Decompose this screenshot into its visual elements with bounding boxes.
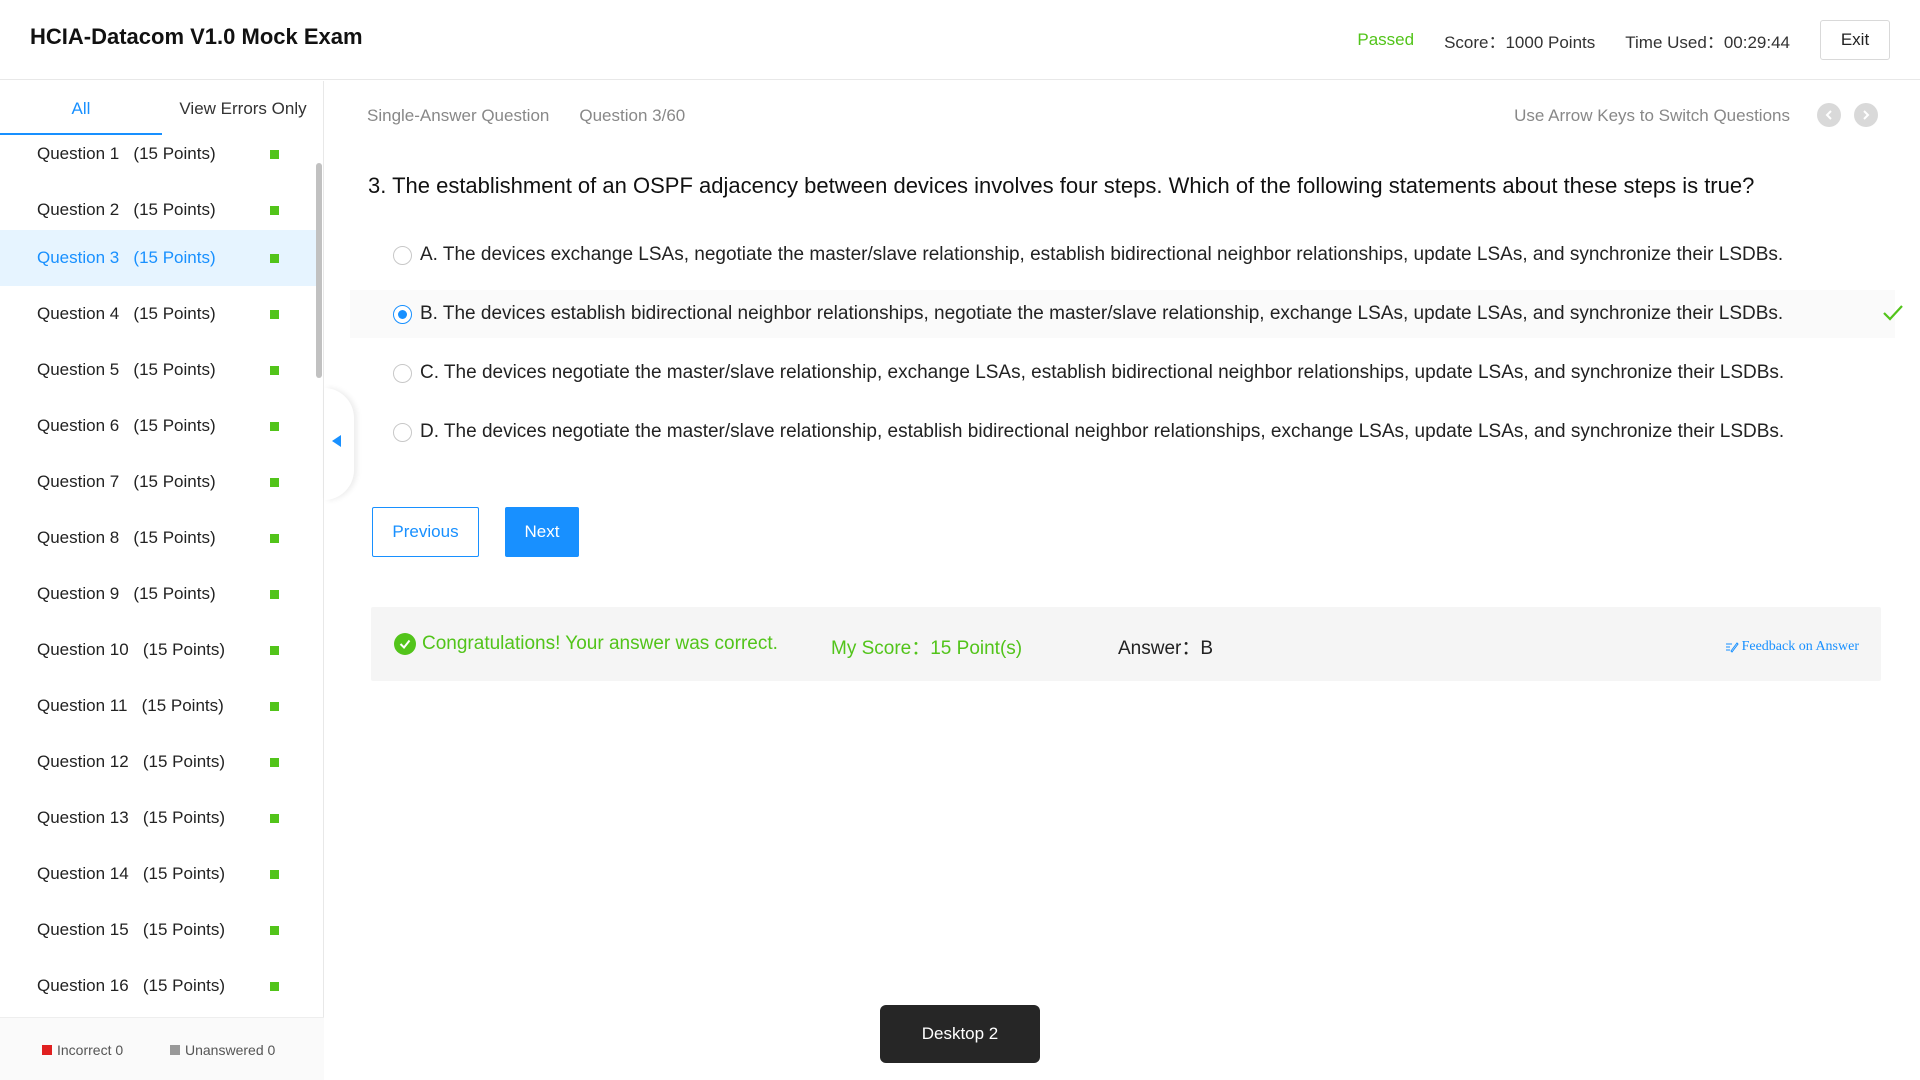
- question-meta: Single-Answer Question Question 3/60: [367, 106, 685, 126]
- correct-indicator: [270, 645, 279, 655]
- correct-indicator: [270, 589, 279, 599]
- correct-indicator: [270, 869, 279, 879]
- question-label: Question 10 (15 Points): [37, 640, 226, 659]
- previous-button[interactable]: Previous: [372, 507, 479, 557]
- sidebar-scrollbar[interactable]: [316, 163, 322, 378]
- correct-indicator: [270, 421, 279, 431]
- question-sidebar: All View Errors Only Question 1 (15 Poin…: [0, 81, 324, 1080]
- question-item-8[interactable]: Question 8 (15 Points): [0, 510, 316, 566]
- desktop-switcher-tooltip: Desktop 2: [880, 1005, 1040, 1063]
- question-label: Question 3 (15 Points): [37, 248, 216, 267]
- question-item-4[interactable]: Question 4 (15 Points): [0, 286, 316, 342]
- option-c[interactable]: C. The devices negotiate the master/slav…: [350, 349, 1895, 397]
- tab-all[interactable]: All: [0, 81, 162, 136]
- question-label: Question 4 (15 Points): [37, 304, 216, 323]
- question-label: Question 5 (15 Points): [37, 360, 216, 379]
- incorrect-square-icon: [42, 1045, 52, 1055]
- question-item-13[interactable]: Question 13 (15 Points): [0, 790, 316, 846]
- correct-indicator: [270, 477, 279, 487]
- question-index: Question 3/60: [579, 106, 686, 125]
- correct-indicator: [270, 757, 279, 767]
- correct-indicator: [270, 925, 279, 935]
- question-label: Question 9 (15 Points): [37, 584, 216, 603]
- question-label: Question 11 (15 Points): [37, 696, 224, 715]
- sidebar-tabs: All View Errors Only: [0, 81, 324, 136]
- question-item-15[interactable]: Question 15 (15 Points): [0, 902, 316, 958]
- option-b[interactable]: B. The devices establish bidirectional n…: [350, 290, 1903, 338]
- correct-indicator: [270, 533, 279, 543]
- question-item-11[interactable]: Question 11 (15 Points): [0, 678, 316, 734]
- edit-icon: [1725, 642, 1739, 653]
- correct-indicator: [270, 365, 279, 375]
- question-item-5[interactable]: Question 5 (15 Points): [0, 342, 316, 398]
- nav-hint: Use Arrow Keys to Switch Questions: [1514, 106, 1790, 125]
- radio-button[interactable]: [393, 245, 412, 265]
- option-text: B. The devices establish bidirectional n…: [420, 303, 1784, 324]
- question-item-10[interactable]: Question 10 (15 Points): [0, 622, 316, 678]
- question-item-12[interactable]: Question 12 (15 Points): [0, 734, 316, 790]
- legend-unanswered: Unanswered 0: [170, 1042, 275, 1058]
- next-question-arrow-icon[interactable]: [1854, 103, 1878, 127]
- question-item-1[interactable]: Question 1 (15 Points): [0, 136, 316, 182]
- option-d[interactable]: D. The devices negotiate the master/slav…: [350, 408, 1895, 456]
- question-panel: Single-Answer Question Question 3/60 Use…: [325, 81, 1920, 1080]
- option-a[interactable]: A. The devices exchange LSAs, negotiate …: [350, 231, 1895, 279]
- app-header: HCIA-Datacom V1.0 Mock Exam Passed Score…: [0, 0, 1920, 80]
- app-title: HCIA-Datacom V1.0 Mock Exam: [30, 24, 363, 49]
- question-item-6[interactable]: Question 6 (15 Points): [0, 398, 316, 454]
- legend-incorrect: Incorrect 0: [42, 1042, 123, 1058]
- exit-button[interactable]: Exit: [1820, 20, 1890, 60]
- correct-indicator: [270, 205, 279, 215]
- question-label: Question 15 (15 Points): [37, 920, 226, 939]
- radio-button[interactable]: [393, 422, 412, 442]
- header-status-bar: Passed Score：1000 Points Time Used：00:29…: [1357, 20, 1890, 60]
- sidebar-legend: Incorrect 0 Unanswered 0: [0, 1017, 324, 1080]
- correct-indicator: [270, 253, 279, 263]
- question-label: Question 16 (15 Points): [37, 976, 226, 995]
- correct-indicator: [270, 813, 279, 823]
- correct-indicator: [270, 309, 279, 319]
- question-item-16[interactable]: Question 16 (15 Points): [0, 958, 316, 1014]
- option-text: C. The devices negotiate the master/slav…: [420, 362, 1785, 383]
- result-panel: Congratulations! Your answer was correct…: [371, 607, 1881, 681]
- prev-question-arrow-icon[interactable]: [1817, 103, 1841, 127]
- correct-answer: Answer：B: [1118, 638, 1214, 659]
- active-tab-indicator: [0, 133, 162, 135]
- question-type: Single-Answer Question: [367, 106, 550, 125]
- radio-button[interactable]: [393, 363, 412, 383]
- correct-indicator: [270, 149, 279, 159]
- question-item-3[interactable]: Question 3 (15 Points): [0, 230, 316, 286]
- correct-indicator: [270, 701, 279, 711]
- total-score: Score：1000 Points: [1444, 32, 1596, 52]
- question-label: Question 8 (15 Points): [37, 528, 216, 547]
- question-label: Question 7 (15 Points): [37, 472, 216, 491]
- question-label: Question 14 (15 Points): [37, 864, 226, 883]
- question-label: Question 13 (15 Points): [37, 808, 226, 827]
- question-label: Question 12 (15 Points): [37, 752, 226, 771]
- question-text: 3. The establishment of an OSPF adjacenc…: [368, 173, 1755, 198]
- correct-indicator: [270, 981, 279, 991]
- checkmark-icon: [1883, 305, 1903, 321]
- question-label: Question 6 (15 Points): [37, 416, 216, 435]
- next-button[interactable]: Next: [505, 507, 579, 557]
- question-label: Question 2 (15 Points): [37, 200, 216, 219]
- result-message: Congratulations! Your answer was correct…: [394, 633, 778, 655]
- feedback-link[interactable]: Feedback on Answer: [1725, 639, 1859, 655]
- radio-button-checked[interactable]: [393, 304, 412, 324]
- question-item-14[interactable]: Question 14 (15 Points): [0, 846, 316, 902]
- option-text: A. The devices exchange LSAs, negotiate …: [420, 244, 1784, 265]
- check-circle-icon: [394, 633, 416, 655]
- unanswered-square-icon: [170, 1045, 180, 1055]
- question-item-7[interactable]: Question 7 (15 Points): [0, 454, 316, 510]
- option-text: D. The devices negotiate the master/slav…: [420, 421, 1785, 442]
- my-score: My Score：15 Point(s): [831, 638, 1023, 659]
- pass-status: Passed: [1357, 30, 1415, 49]
- time-used: Time Used：00:29:44: [1625, 32, 1790, 52]
- tab-view-errors-only[interactable]: View Errors Only: [162, 81, 324, 136]
- question-list: Question 1 (15 Points) Question 2 (15 Po…: [0, 136, 316, 1080]
- question-item-9[interactable]: Question 9 (15 Points): [0, 566, 316, 622]
- question-label: Question 1 (15 Points): [37, 144, 216, 163]
